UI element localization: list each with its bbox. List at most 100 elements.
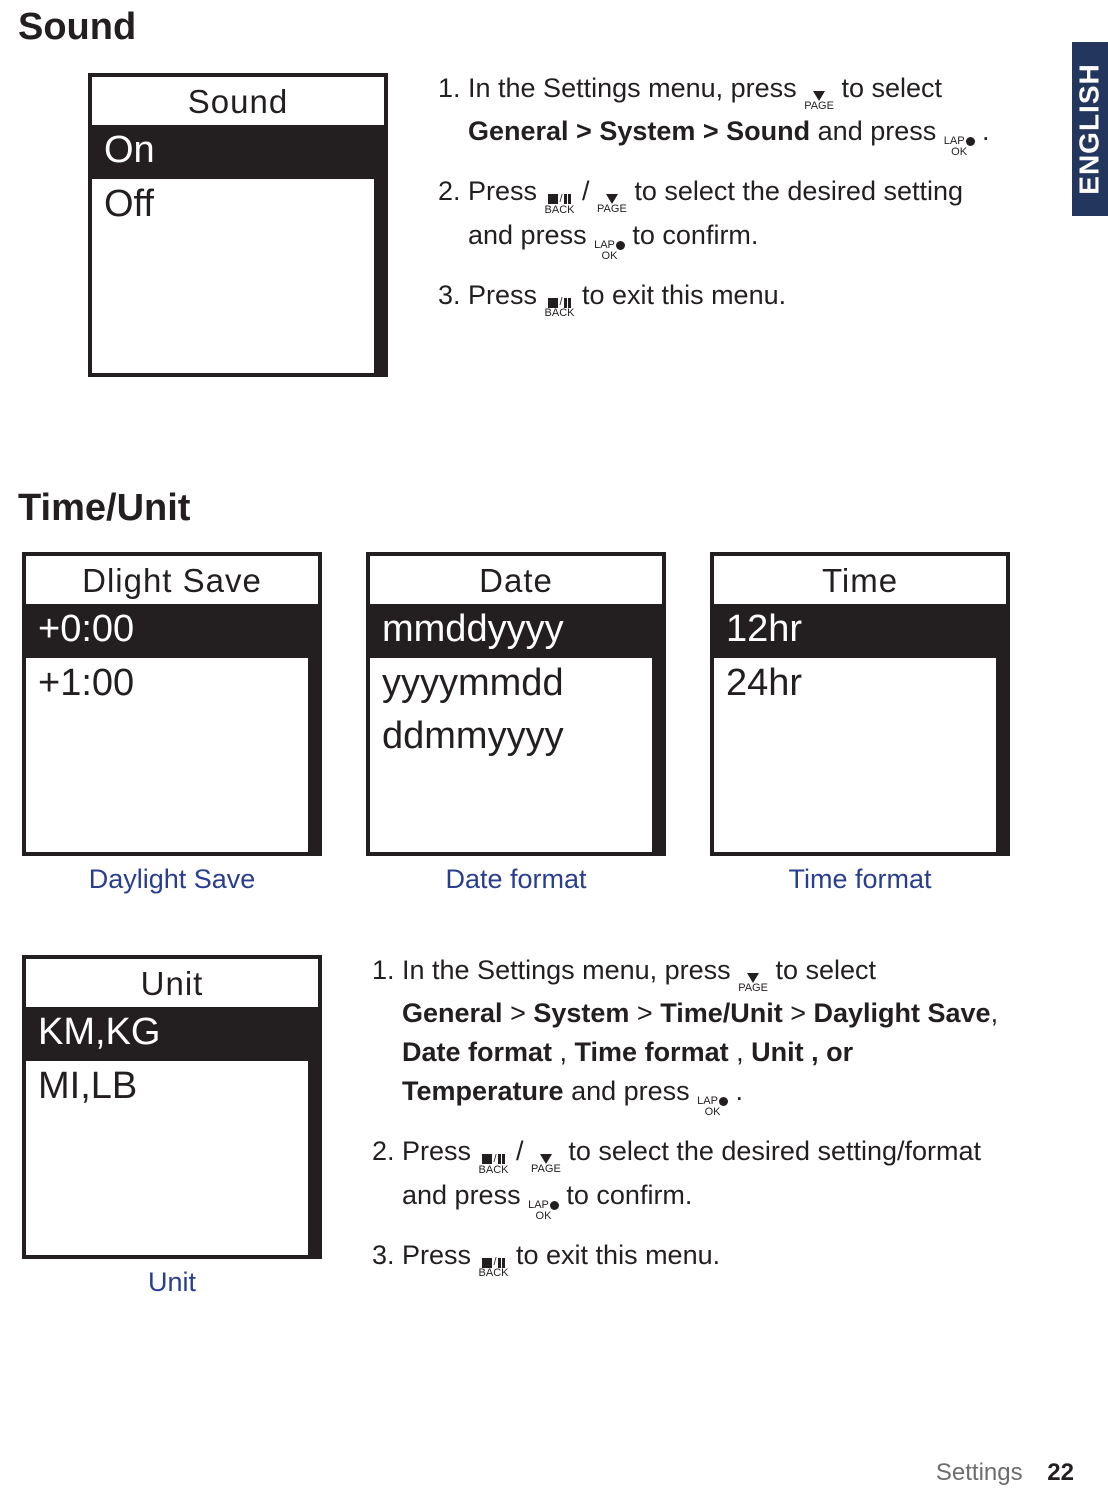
device-date: Date mmddyyyy yyyymmdd ddmmyyyy bbox=[366, 552, 666, 856]
stop-icon bbox=[548, 194, 558, 204]
lap-label: LAP bbox=[594, 240, 615, 251]
device-date-option: ddmmyyyy bbox=[370, 711, 652, 765]
text: , bbox=[729, 1037, 752, 1067]
text: / bbox=[516, 1136, 531, 1166]
page-label: PAGE bbox=[804, 101, 834, 112]
timeunit-step-2: Press / BACK / PAGE to select the desire… bbox=[402, 1132, 1020, 1222]
dot-icon bbox=[616, 241, 625, 250]
text: Press bbox=[402, 1240, 479, 1270]
page-footer: Settings 22 bbox=[936, 1459, 1074, 1487]
path-timeunit: Time/Unit bbox=[660, 998, 783, 1028]
page-label: PAGE bbox=[738, 983, 768, 994]
ok-label: OK bbox=[602, 251, 618, 262]
dot-icon bbox=[550, 1201, 559, 1210]
stop-icon bbox=[482, 1258, 492, 1268]
text: Press bbox=[468, 280, 545, 310]
section-sound-title: Sound bbox=[18, 6, 1090, 49]
lap-ok-button-icon: LAP OK bbox=[697, 1096, 728, 1118]
device-dlight: Dlight Save +0:00 +1:00 bbox=[22, 552, 322, 856]
text: to confirm. bbox=[566, 1180, 692, 1210]
pause-icon bbox=[498, 1154, 505, 1164]
path-timeformat: Time format bbox=[575, 1037, 729, 1067]
dot-icon bbox=[966, 137, 975, 146]
pause-icon bbox=[498, 1258, 505, 1268]
sound-instructions: In the Settings menu, press PAGE to sele… bbox=[432, 69, 1000, 319]
text: In the Settings menu, press bbox=[402, 955, 738, 985]
lap-ok-button-icon: LAP OK bbox=[594, 240, 625, 262]
device-unit: Unit KM,KG MI,LB bbox=[22, 955, 322, 1259]
page-button-icon: PAGE bbox=[597, 194, 627, 215]
device-time-option: 24hr bbox=[714, 658, 996, 712]
language-tab-label: ENGLISH bbox=[1074, 63, 1106, 194]
text: to exit this menu. bbox=[582, 280, 786, 310]
pause-icon bbox=[564, 298, 571, 308]
sound-step-2: Press / BACK / PAGE to select the desire… bbox=[468, 172, 990, 262]
device-dlight-option: +0:00 bbox=[26, 604, 308, 658]
device-dlight-option: +1:00 bbox=[26, 658, 308, 712]
text: > bbox=[503, 998, 534, 1028]
device-time: Time 12hr 24hr bbox=[710, 552, 1010, 856]
path-daylight: Daylight Save bbox=[813, 998, 990, 1028]
device-sound: Sound On Off bbox=[88, 73, 388, 377]
device-sound-body: On Off bbox=[92, 125, 384, 373]
text: , or bbox=[804, 1037, 854, 1067]
page-button-icon: PAGE bbox=[738, 973, 768, 994]
language-tab: ENGLISH bbox=[1072, 42, 1108, 216]
caption-dlight: Daylight Save bbox=[22, 864, 322, 895]
ok-label: OK bbox=[951, 147, 967, 158]
page-button-icon: PAGE bbox=[804, 91, 834, 112]
text: Press bbox=[468, 176, 545, 206]
device-date-option: mmddyyyy bbox=[370, 604, 652, 658]
device-dlight-title: Dlight Save bbox=[26, 556, 318, 604]
text: Press bbox=[402, 1136, 479, 1166]
back-button-icon: / BACK bbox=[479, 1154, 509, 1176]
back-label: BACK bbox=[479, 1268, 509, 1279]
text: In the Settings menu, press bbox=[468, 73, 804, 103]
text: to select bbox=[841, 73, 942, 103]
path-dateformat: Date format bbox=[402, 1037, 552, 1067]
ok-label: OK bbox=[536, 1211, 552, 1222]
back-label: BACK bbox=[545, 308, 575, 319]
back-button-icon: / BACK bbox=[479, 1257, 509, 1279]
lap-ok-button-icon: LAP OK bbox=[528, 1200, 559, 1222]
timeunit-step-3: Press / BACK to exit this menu. bbox=[402, 1236, 1020, 1280]
path-general: General bbox=[402, 998, 503, 1028]
path-unit: Unit bbox=[751, 1037, 803, 1067]
text: > bbox=[783, 998, 814, 1028]
text: > bbox=[629, 998, 660, 1028]
back-button-icon: / BACK bbox=[545, 297, 575, 319]
stop-icon bbox=[548, 298, 558, 308]
device-sound-option: Off bbox=[92, 179, 374, 233]
text: to select bbox=[775, 955, 876, 985]
caption-unit: Unit bbox=[22, 1267, 322, 1298]
breadcrumb-path: General > System > Sound bbox=[468, 116, 810, 146]
text: , bbox=[552, 1037, 575, 1067]
sound-step-1: In the Settings menu, press PAGE to sele… bbox=[468, 69, 990, 158]
device-date-title: Date bbox=[370, 556, 662, 604]
page-label: PAGE bbox=[597, 204, 627, 215]
page-label: PAGE bbox=[531, 1164, 561, 1175]
path-temperature: Temperature bbox=[402, 1076, 564, 1106]
back-button-icon: / BACK bbox=[545, 194, 575, 216]
device-time-title: Time bbox=[714, 556, 1006, 604]
text: and bbox=[571, 1076, 624, 1106]
dot-icon bbox=[719, 1097, 728, 1106]
timeunit-step-1: In the Settings menu, press PAGE to sele… bbox=[402, 951, 1020, 1118]
text: . bbox=[982, 116, 990, 146]
section-timeunit-title: Time/Unit bbox=[18, 487, 1090, 530]
lap-ok-button-icon: LAP OK bbox=[944, 136, 975, 158]
back-label: BACK bbox=[545, 205, 575, 216]
timeunit-instructions: In the Settings menu, press PAGE to sele… bbox=[366, 951, 1030, 1279]
stop-icon bbox=[482, 1154, 492, 1164]
path-system: System bbox=[533, 998, 629, 1028]
page-button-icon: PAGE bbox=[531, 1154, 561, 1175]
ok-label: OK bbox=[705, 1107, 721, 1118]
back-label: BACK bbox=[479, 1165, 509, 1176]
footer-page-number: 22 bbox=[1047, 1459, 1074, 1486]
device-time-option: 12hr bbox=[714, 604, 996, 658]
device-unit-option: KM,KG bbox=[26, 1007, 308, 1061]
text: press bbox=[624, 1076, 698, 1106]
text: to confirm. bbox=[632, 220, 758, 250]
device-date-option: yyyymmdd bbox=[370, 658, 652, 712]
footer-section: Settings bbox=[936, 1459, 1023, 1486]
